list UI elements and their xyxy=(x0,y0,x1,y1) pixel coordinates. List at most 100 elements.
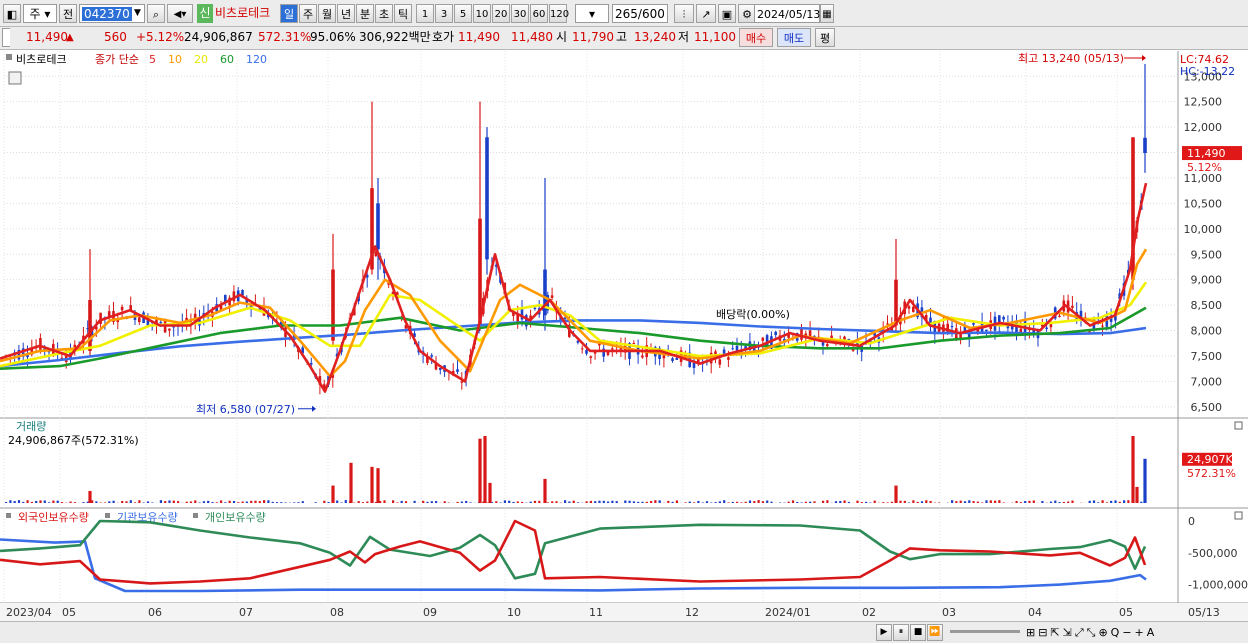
eval-button[interactable]: 평 xyxy=(815,28,835,47)
prev-button[interactable]: 전 xyxy=(59,4,77,23)
y-tick-label: 9,500 xyxy=(1191,248,1223,261)
nav-button-3[interactable]: ⏩ xyxy=(927,624,943,641)
sell-button[interactable]: 매도 xyxy=(777,28,811,47)
volume-bar xyxy=(826,500,829,503)
price-change: 560 xyxy=(104,30,127,44)
low-label: 저 xyxy=(678,30,690,44)
data-count-field[interactable]: 265/600 xyxy=(612,4,668,23)
buy-button[interactable]: 매수 xyxy=(739,28,773,47)
nav-button-0[interactable]: ▶ xyxy=(876,624,892,641)
period-tab-1[interactable]: 주 xyxy=(299,4,317,23)
candle-body xyxy=(662,355,666,359)
interval-tab-20[interactable]: 20 xyxy=(492,4,510,23)
stock-name[interactable]: 비츠로테크 xyxy=(215,4,277,23)
hc-value: HC:-13.22 xyxy=(1180,65,1235,78)
volume-bar xyxy=(241,501,244,503)
volume-bar xyxy=(976,501,979,503)
candle-body xyxy=(533,307,537,309)
volume-bar xyxy=(1123,500,1126,503)
volume-bar xyxy=(602,500,605,503)
x-tick-label: 07 xyxy=(239,606,253,619)
volume-bar xyxy=(207,500,210,503)
volume-bar xyxy=(134,502,137,503)
volume-bar xyxy=(263,500,266,503)
volume-bar xyxy=(237,502,240,503)
volume-bar xyxy=(220,500,223,503)
volume-bar xyxy=(245,501,248,503)
x-tick-label: 12 xyxy=(685,606,699,619)
menu-icon[interactable]: ◧ xyxy=(3,4,21,23)
volume-bar xyxy=(985,500,988,503)
candle-body xyxy=(1071,305,1074,308)
volume-bar xyxy=(1088,500,1091,503)
date-field[interactable]: 2024/05/13 xyxy=(754,4,820,23)
nav-button-1[interactable]: ⏸ xyxy=(893,624,909,641)
nav-button-2[interactable]: ■ xyxy=(910,624,926,641)
save-icon[interactable]: ▣ xyxy=(718,4,736,23)
candle-body xyxy=(331,269,335,341)
candle-body xyxy=(731,348,734,350)
holdings-legend-marker xyxy=(6,513,11,518)
period-tab-0[interactable]: 일 xyxy=(280,4,298,23)
period-tab-4[interactable]: 분 xyxy=(356,4,374,23)
custom-interval-select[interactable]: ▾ xyxy=(575,4,609,23)
candle-body xyxy=(692,363,696,368)
draw-tool-icon[interactable]: ↗ xyxy=(696,4,716,23)
open-label: 시 xyxy=(556,30,568,44)
volume-bar xyxy=(705,501,709,503)
footer-tool-icons[interactable]: ⊞⊟⇱⇲⤢⤡⊕Q−+A xyxy=(1026,624,1157,641)
x-tick-label: 02 xyxy=(862,606,876,619)
interval-tab-120[interactable]: 120 xyxy=(549,4,569,23)
legend-ma-5: 5 xyxy=(149,53,156,66)
bid-price: 11,480 xyxy=(511,30,553,44)
holdings-legend-marker xyxy=(105,513,110,518)
volume-bar xyxy=(215,502,218,503)
speaker-icon[interactable]: ◀▾ xyxy=(167,4,193,23)
x-axis-background xyxy=(0,603,1248,621)
volume-bar xyxy=(972,501,975,503)
calendar-icon[interactable]: ▦ xyxy=(820,4,834,23)
interval-tab-1[interactable]: 1 xyxy=(416,4,434,23)
interval-tab-10[interactable]: 10 xyxy=(473,4,491,23)
volume-bar xyxy=(757,500,760,503)
code-dropdown-icon[interactable]: ▼ xyxy=(134,4,144,23)
interval-tab-3[interactable]: 3 xyxy=(435,4,453,23)
candle-body xyxy=(675,357,679,360)
interval-tab-60[interactable]: 60 xyxy=(530,4,548,23)
period-tab-5[interactable]: 초 xyxy=(375,4,393,23)
volume-bar xyxy=(103,502,107,503)
volume-bar xyxy=(483,436,487,503)
candle-body xyxy=(580,348,584,350)
zoom-slider[interactable] xyxy=(950,630,1020,633)
candle-body xyxy=(671,358,674,361)
volume-bar xyxy=(1101,500,1104,503)
price-chart[interactable]: 13,00012,50012,00011,50011,00010,50010,0… xyxy=(0,51,1248,621)
volume-bar xyxy=(1054,500,1057,503)
chart-footer: ▶ ⏸ ■ ⏩ ⊞⊟⇱⇲⤢⤡⊕Q−+A xyxy=(0,621,1248,643)
volume-bar xyxy=(1140,501,1143,503)
candle-body xyxy=(120,306,124,311)
market-select[interactable]: 주 ▾ xyxy=(23,4,57,23)
volume-bar xyxy=(478,438,482,503)
candle-body xyxy=(1101,325,1104,327)
volume-bar xyxy=(267,500,270,503)
volume-bar xyxy=(95,501,98,503)
legend-ma-label: 종가 단순 xyxy=(95,53,139,66)
x-tick-label: 05 xyxy=(62,606,76,619)
interval-tab-30[interactable]: 30 xyxy=(511,4,529,23)
interval-tab-5[interactable]: 5 xyxy=(454,4,472,23)
volume-bar xyxy=(585,501,588,503)
volume-bar xyxy=(370,466,374,503)
volume-bar xyxy=(465,500,468,503)
volume-bar xyxy=(839,501,842,503)
period-tab-3[interactable]: 년 xyxy=(337,4,355,23)
period-tab-6[interactable]: 틱 xyxy=(394,4,412,23)
volume-bar xyxy=(834,501,838,503)
volume-bar xyxy=(529,501,532,503)
candle-type-icon[interactable]: ⫶ xyxy=(674,4,694,23)
volume-bar xyxy=(254,500,257,503)
quote-indicator xyxy=(2,28,10,47)
candle-body xyxy=(310,363,313,365)
search-icon[interactable]: ⌕ xyxy=(147,4,165,23)
period-tab-2[interactable]: 월 xyxy=(318,4,336,23)
